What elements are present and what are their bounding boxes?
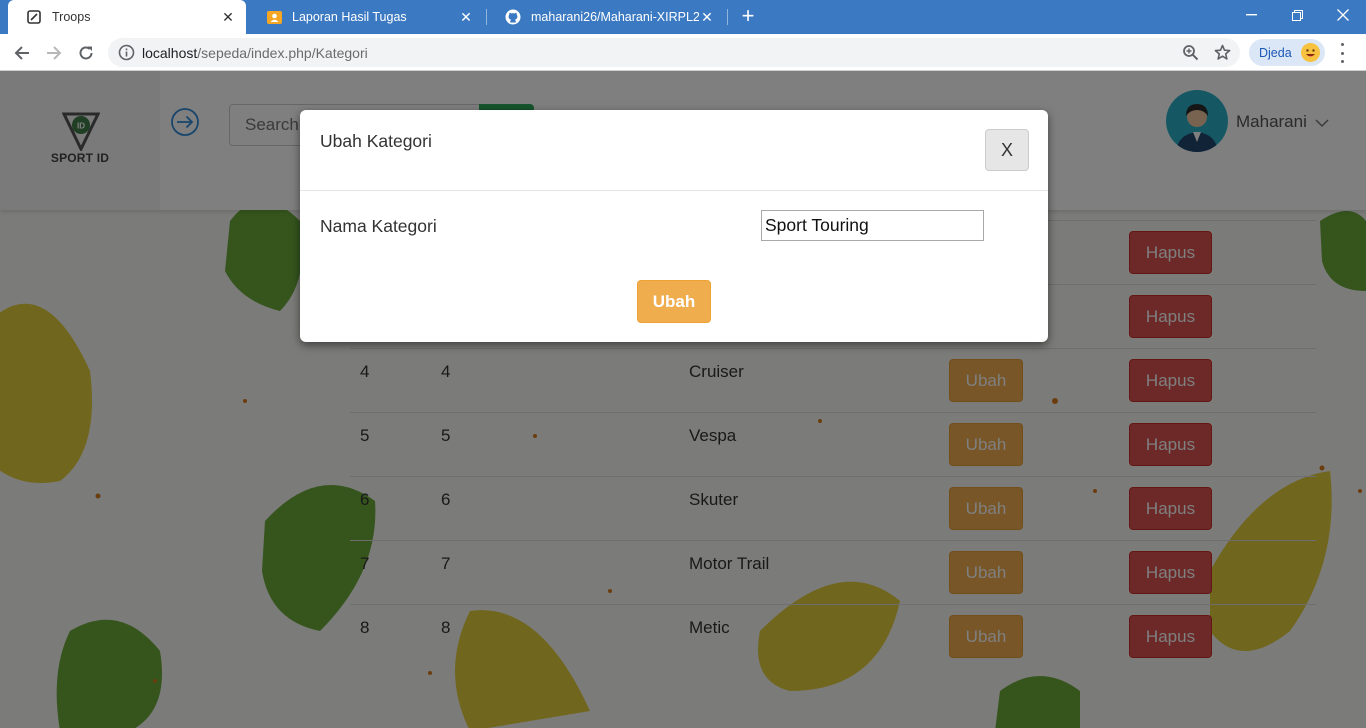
new-tab-plus-icon[interactable]: + — [737, 5, 759, 27]
info-icon[interactable] — [118, 44, 135, 61]
profile-name: Djeda — [1259, 45, 1292, 60]
address-bar: localhost/sepeda/index.php/Kategori Djed… — [0, 34, 1366, 71]
category-name-label: Nama Kategori — [320, 216, 437, 236]
modal-divider — [300, 190, 1048, 191]
zoom-icon[interactable] — [1181, 43, 1200, 62]
tab-title: Laporan Hasil Tugas — [292, 10, 407, 24]
tab-laporan[interactable]: Laporan Hasil Tugas ✕ — [248, 0, 484, 34]
classroom-icon — [266, 9, 282, 25]
browser-tab-bar: Troops ✕ Laporan Hasil Tugas ✕ maharani2… — [0, 0, 1366, 34]
bookmark-star-icon[interactable] — [1213, 43, 1232, 62]
tab-title: maharani26/Maharani-XIRPL2-22 — [531, 10, 699, 24]
tab-troops[interactable]: Troops ✕ — [8, 0, 246, 34]
profile-button[interactable]: Djeda — [1249, 39, 1325, 66]
github-icon — [505, 9, 521, 25]
tab-separator — [727, 9, 728, 25]
close-tab-icon[interactable]: ✕ — [220, 9, 236, 26]
restore-icon[interactable] — [1274, 0, 1320, 30]
reload-icon[interactable] — [73, 40, 99, 66]
close-tab-icon[interactable]: ✕ — [699, 9, 715, 26]
url-host: localhost — [142, 45, 198, 61]
url-text: localhost/sepeda/index.php/Kategori — [142, 45, 368, 61]
url-path: /sepeda/index.php/Kategori — [197, 45, 368, 61]
profile-avatar-icon — [1301, 43, 1320, 62]
url-field[interactable]: localhost/sepeda/index.php/Kategori — [108, 38, 1240, 67]
forward-icon[interactable] — [41, 40, 67, 66]
tab-github[interactable]: maharani26/Maharani-XIRPL2-22 ✕ — [487, 0, 725, 34]
close-window-icon[interactable] — [1320, 0, 1366, 30]
modal-close-button[interactable]: X — [985, 129, 1029, 171]
category-name-input[interactable] — [761, 210, 984, 241]
minimize-icon[interactable] — [1228, 0, 1274, 30]
edit-category-modal: Ubah Kategori X Nama Kategori Ubah — [300, 110, 1048, 342]
page-viewport: ID SPORT ID Maharani Hapus Hapus — [0, 71, 1366, 728]
browser-menu-icon[interactable] — [1336, 43, 1348, 63]
close-tab-icon[interactable]: ✕ — [458, 9, 474, 26]
back-icon[interactable] — [9, 40, 35, 66]
page-icon — [26, 9, 42, 25]
tab-title: Troops — [52, 10, 91, 24]
modal-title: Ubah Kategori — [320, 131, 432, 151]
modal-ubah-button[interactable]: Ubah — [637, 280, 711, 323]
